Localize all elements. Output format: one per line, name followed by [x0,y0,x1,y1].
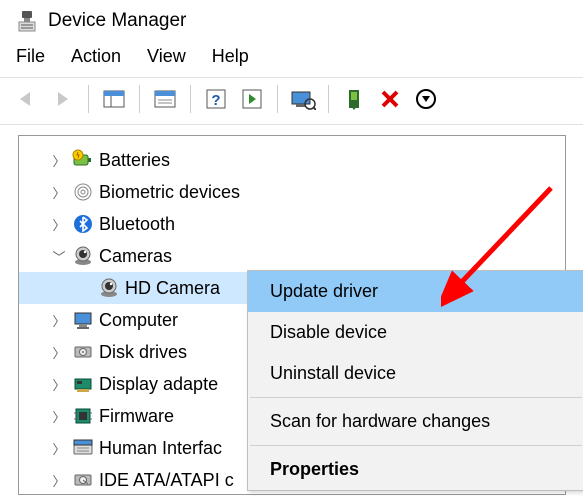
titlebar: Device Manager [0,0,583,40]
chevron-right-icon[interactable]: 〉 [49,151,69,170]
tree-label: IDE ATA/ATAPI c [97,470,234,491]
tree-label: HD Camera [123,278,220,299]
fingerprint-icon [69,181,97,203]
disable-button[interactable] [409,84,443,114]
forward-button[interactable] [46,84,80,114]
bluetooth-icon [69,213,97,235]
chevron-right-icon[interactable]: 〉 [49,407,69,426]
tree-label: Disk drives [97,342,187,363]
tree-label: Display adapte [97,374,218,395]
chevron-right-icon[interactable]: 〉 [49,311,69,330]
tree-label: Batteries [97,150,170,171]
toolbar-separator [139,85,140,113]
update-driver-button[interactable] [337,84,371,114]
tree-label: Firmware [97,406,174,427]
tree-label: Computer [97,310,178,331]
device-tree-panel: 〉 Batteries 〉 Biometric devices 〉 Blueto… [18,135,566,495]
window-title: Device Manager [48,10,186,32]
ctx-uninstall-device[interactable]: Uninstall device [248,353,583,394]
tree-node-batteries[interactable]: 〉 Batteries [19,144,565,176]
chevron-right-icon[interactable]: 〉 [49,343,69,362]
menubar: File Action View Help [0,40,583,77]
scan-hardware-button[interactable] [286,84,320,114]
tree-node-cameras[interactable]: ﹀ Cameras [19,240,565,272]
ide-icon [69,469,97,491]
chevron-right-icon[interactable]: 〉 [49,439,69,458]
help-button[interactable]: ? [199,84,233,114]
ctx-separator [250,397,582,398]
ctx-separator [250,445,582,446]
computer-icon [69,309,97,331]
show-hide-tree-button[interactable] [97,84,131,114]
tree-node-biometric[interactable]: 〉 Biometric devices [19,176,565,208]
device-manager-icon [16,10,38,32]
chevron-right-icon[interactable]: 〉 [49,375,69,394]
svg-text:?: ? [211,92,220,109]
ctx-properties[interactable]: Properties [248,449,583,490]
tree-label: Bluetooth [97,214,175,235]
chevron-down-icon[interactable]: ﹀ [49,247,69,266]
menu-help[interactable]: Help [212,46,249,67]
tree-label: Cameras [97,246,172,267]
ctx-disable-device[interactable]: Disable device [248,312,583,353]
disk-icon [69,341,97,363]
battery-icon [69,149,97,171]
toolbar-separator [328,85,329,113]
menu-view[interactable]: View [147,46,186,67]
camera-icon [95,277,123,299]
menu-file[interactable]: File [16,46,45,67]
hid-icon [69,437,97,459]
display-adapter-icon [69,373,97,395]
toolbar-separator [277,85,278,113]
toolbar-separator [190,85,191,113]
firmware-icon [69,405,97,427]
chevron-right-icon[interactable]: 〉 [49,471,69,490]
action-button[interactable] [235,84,269,114]
properties-button[interactable] [148,84,182,114]
back-button[interactable] [10,84,44,114]
uninstall-button[interactable] [373,84,407,114]
tree-node-bluetooth[interactable]: 〉 Bluetooth [19,208,565,240]
tree-label: Biometric devices [97,182,240,203]
chevron-right-icon[interactable]: 〉 [49,215,69,234]
toolbar-separator [88,85,89,113]
context-menu: Update driver Disable device Uninstall d… [247,270,583,491]
ctx-scan-hardware[interactable]: Scan for hardware changes [248,401,583,442]
toolbar: ? [0,77,583,125]
ctx-update-driver[interactable]: Update driver [248,271,583,312]
chevron-right-icon[interactable]: 〉 [49,183,69,202]
tree-label: Human Interfac [97,438,222,459]
menu-action[interactable]: Action [71,46,121,67]
camera-icon [69,245,97,267]
